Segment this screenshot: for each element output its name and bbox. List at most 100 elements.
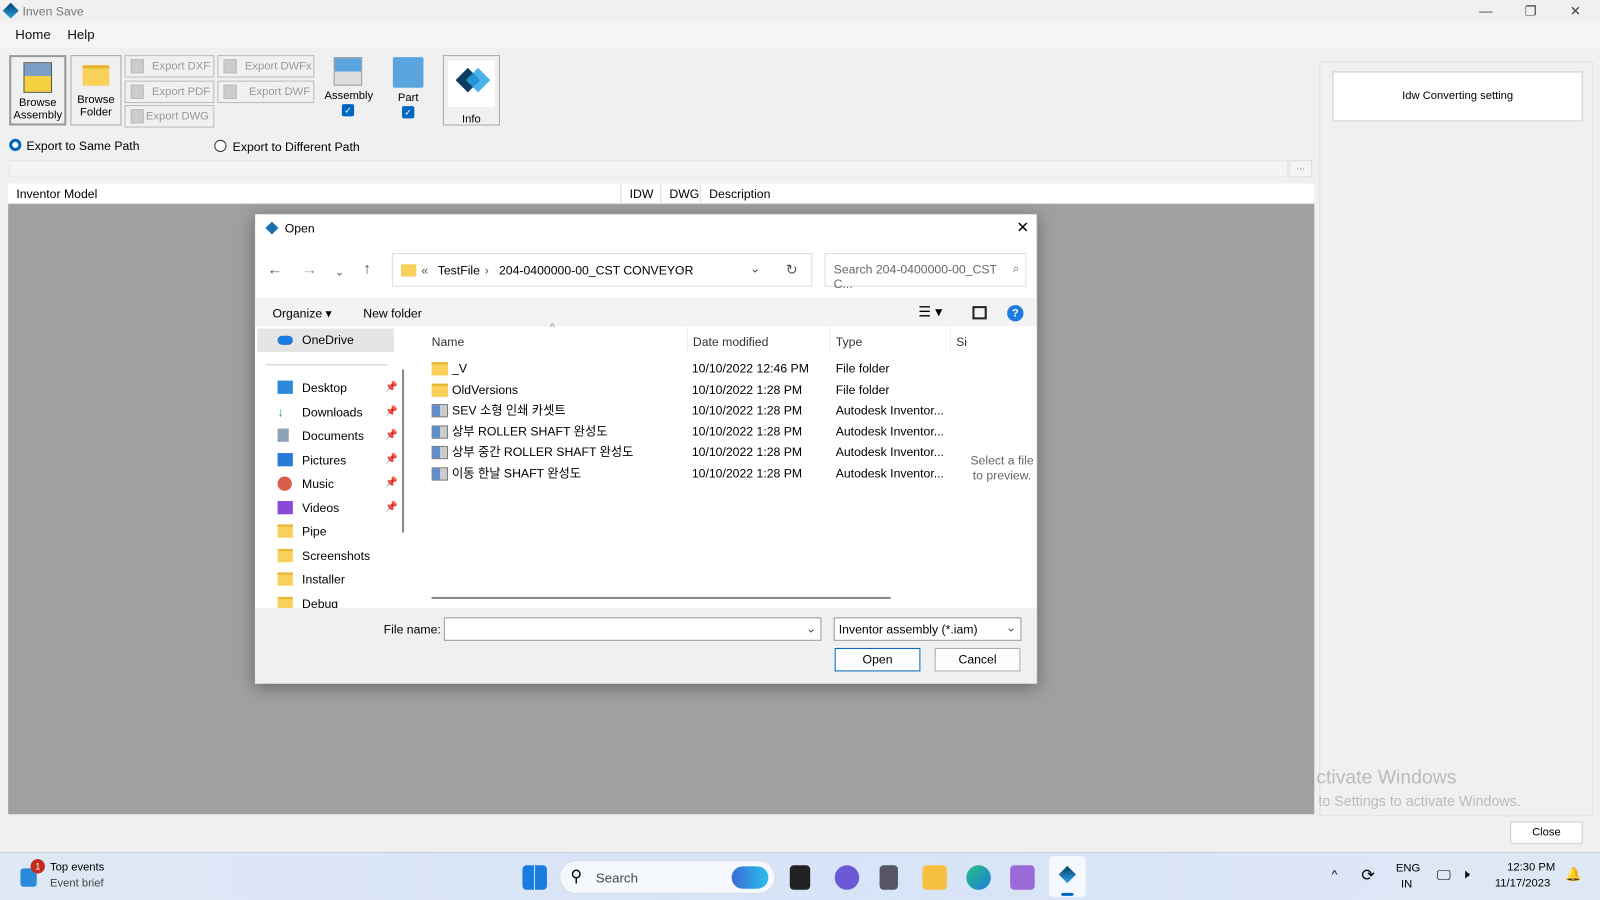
teams-icon[interactable]: [834, 865, 860, 890]
address-dropdown-icon[interactable]: ⌄: [750, 261, 760, 275]
part-checkbox[interactable]: ✓: [402, 106, 415, 119]
nav-videos[interactable]: Videos 📌: [277, 498, 398, 518]
export-pdf-button[interactable]: Export PDF: [124, 80, 215, 104]
notifications-bell-icon[interactable]: 🔔: [1565, 866, 1582, 882]
info-button[interactable]: Info: [442, 55, 500, 126]
dialog-close-icon[interactable]: ✕: [1016, 218, 1029, 236]
export-dwfx-button[interactable]: Export DWFx: [217, 55, 315, 78]
widget-title[interactable]: Top events: [50, 861, 104, 873]
file-name-dropdown-icon[interactable]: ⌄: [806, 621, 816, 635]
col-date-modified[interactable]: Date modified: [686, 326, 768, 354]
preview-pane-icon[interactable]: [972, 306, 987, 320]
file-row[interactable]: OldVersions 10/10/2022 1:28 PM File fold…: [431, 379, 963, 399]
refresh-icon[interactable]: ↻: [786, 261, 798, 278]
export-dwf-button[interactable]: Export DWF: [217, 80, 315, 104]
address-bar[interactable]: « TestFile › 204-0400000-00_CST CONVEYOR…: [391, 253, 813, 287]
nav-music[interactable]: Music 📌: [277, 473, 398, 493]
show-hidden-icons[interactable]: ^: [1332, 867, 1338, 881]
nav-onedrive[interactable]: OneDrive: [277, 330, 398, 350]
nav-label: Videos: [302, 501, 340, 516]
menu-help[interactable]: Help: [67, 27, 94, 42]
minimize-button[interactable]: —: [1463, 0, 1508, 22]
nav-desktop[interactable]: Desktop 📌: [277, 378, 398, 398]
file-row[interactable]: 상부 중간 ROLLER SHAFT 완성도 10/10/2022 1:28 P…: [431, 442, 963, 462]
clock-time[interactable]: 12:30 PM: [1507, 861, 1555, 873]
col-inventor-model[interactable]: Inventor Model: [16, 187, 97, 201]
up-icon[interactable]: ↑: [363, 260, 371, 277]
sync-icon[interactable]: ⟳: [1361, 865, 1375, 885]
cancel-button[interactable]: Cancel: [934, 647, 1021, 672]
back-icon[interactable]: ←: [267, 261, 282, 278]
idw-converting-setting-button[interactable]: Idw Converting setting: [1332, 71, 1583, 122]
nav-pipe[interactable]: Pipe: [277, 521, 398, 541]
file-row[interactable]: 이동 한날 SHAFT 완성도 10/10/2022 1:28 PM Autod…: [431, 463, 963, 483]
different-path-radio[interactable]: [214, 139, 227, 153]
export-dxf-button[interactable]: Export DXF: [124, 55, 215, 78]
search-input[interactable]: Search 204-0400000-00_CST C... ⌕: [824, 253, 1027, 291]
nav-scrollbar[interactable]: [402, 369, 405, 533]
calculator-icon[interactable]: [879, 865, 898, 890]
nav-label: Debug: [302, 596, 339, 609]
nav-screenshots[interactable]: Screenshots: [277, 546, 398, 566]
col-description[interactable]: Description: [699, 183, 779, 205]
file-type-select[interactable]: Inventor assembly (*.iam) ⌄: [833, 617, 1022, 641]
menu-home[interactable]: Home: [15, 27, 50, 42]
restore-button[interactable]: ❐: [1508, 0, 1553, 22]
close-button[interactable]: Close: [1510, 821, 1583, 844]
inventor-assembly-icon: [431, 404, 448, 418]
col-name[interactable]: Name: [432, 335, 465, 349]
info-logo-icon: [447, 60, 495, 108]
breadcrumb-testfile[interactable]: TestFile: [438, 263, 480, 277]
start-icon[interactable]: [522, 865, 547, 890]
part-icon: [392, 57, 424, 88]
file-row[interactable]: SEV 소형 인쇄 카셋트 10/10/2022 1:28 PM Autodes…: [431, 400, 963, 420]
forward-icon[interactable]: →: [302, 261, 317, 278]
breadcrumb-overflow[interactable]: «: [421, 263, 428, 277]
view-options-icon[interactable]: ☰ ▾: [918, 303, 942, 320]
col-type[interactable]: Type: [829, 326, 862, 354]
input-region-indicator[interactable]: IN: [1401, 879, 1412, 891]
organize-button[interactable]: Organize ▾: [272, 306, 331, 320]
recent-chevron-icon[interactable]: ⌄: [335, 265, 344, 278]
taskbar-search[interactable]: ⚲ Search: [559, 860, 776, 894]
task-view-icon[interactable]: [789, 865, 811, 890]
inventor-assembly-icon: [431, 425, 448, 439]
nav-installer[interactable]: Installer: [277, 569, 398, 589]
export-dwg-label: Export DWG: [145, 110, 209, 123]
inventor-assembly-icon: [431, 467, 448, 481]
nav-downloads[interactable]: ↓ Downloads 📌: [278, 402, 398, 422]
close-window-button[interactable]: ✕: [1553, 0, 1598, 22]
volume-icon[interactable]: 🕨: [1461, 866, 1469, 882]
nav-documents[interactable]: Documents 📌: [277, 426, 398, 446]
col-size[interactable]: Si:: [949, 326, 967, 354]
browse-path-button[interactable]: ...: [1288, 160, 1313, 178]
open-button[interactable]: Open: [834, 647, 921, 672]
inven-save-taskbar-button[interactable]: [1048, 856, 1086, 897]
horizontal-scrollbar[interactable]: [431, 596, 891, 599]
browse-assembly-button[interactable]: Browse Assembly: [9, 55, 67, 126]
nav-debug[interactable]: Debug: [277, 594, 398, 609]
new-folder-button[interactable]: New folder: [363, 306, 422, 320]
same-path-radio[interactable]: [9, 138, 22, 152]
export-path-input[interactable]: [9, 160, 1288, 178]
network-icon[interactable]: 🖵: [1437, 866, 1451, 883]
col-idw[interactable]: IDW: [620, 183, 661, 205]
clock-date[interactable]: 11/17/2023: [1495, 878, 1550, 890]
help-icon[interactable]: ?: [1007, 305, 1024, 322]
file-row[interactable]: _V 10/10/2022 12:46 PM File folder: [431, 358, 963, 378]
browse-folder-button[interactable]: Browse Folder: [70, 55, 122, 126]
export-dwg-button[interactable]: Export DWG: [124, 105, 215, 128]
assembly-checkbox[interactable]: ✓: [341, 104, 355, 117]
assembly-toggle[interactable]: Assembly ✓: [324, 57, 373, 117]
pin-icon: 📌: [385, 454, 398, 466]
breadcrumb-current-folder[interactable]: 204-0400000-00_CST CONVEYOR: [499, 263, 693, 277]
file-row[interactable]: 상부 ROLLER SHAFT 완성도 10/10/2022 1:28 PM A…: [431, 421, 963, 441]
file-date: 10/10/2022 1:28 PM: [691, 424, 803, 439]
file-explorer-icon[interactable]: [922, 865, 947, 890]
language-indicator[interactable]: ENG: [1396, 862, 1420, 874]
file-name-input[interactable]: ⌄: [443, 617, 822, 641]
visual-studio-icon[interactable]: [1010, 865, 1035, 890]
part-toggle[interactable]: Part ✓: [388, 57, 429, 119]
edge-icon[interactable]: [966, 865, 991, 890]
nav-pictures[interactable]: Pictures 📌: [277, 450, 398, 470]
